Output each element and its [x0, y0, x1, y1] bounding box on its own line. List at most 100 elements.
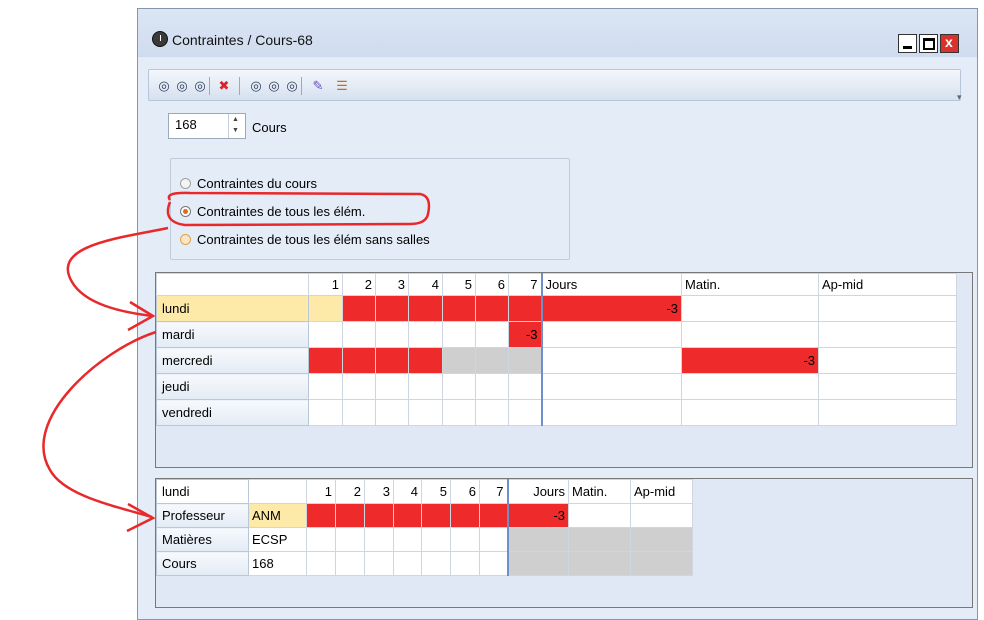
- slot-cell[interactable]: [421, 527, 451, 552]
- slot-cell[interactable]: [475, 321, 509, 348]
- slot-cell[interactable]: [408, 347, 443, 374]
- radio-icon[interactable]: [180, 234, 191, 245]
- jours-cell[interactable]: -3: [506, 503, 569, 528]
- table-row[interactable]: Cours 168: [156, 551, 693, 576]
- element-value[interactable]: ECSP: [248, 527, 307, 552]
- slot-cell[interactable]: [475, 347, 509, 374]
- element-type-label[interactable]: Professeur: [156, 503, 249, 528]
- slot-cell[interactable]: [479, 527, 508, 552]
- slot-cell[interactable]: [335, 503, 365, 528]
- maximize-button[interactable]: [919, 34, 938, 53]
- radio-icon[interactable]: [180, 178, 191, 189]
- slot-cell[interactable]: [306, 503, 336, 528]
- cours-spinner[interactable]: 168 ▲ ▼: [168, 113, 246, 139]
- minimize-button[interactable]: [898, 34, 917, 53]
- slot-cell[interactable]: [342, 321, 376, 348]
- jours-cell[interactable]: [540, 399, 682, 426]
- slot-cell[interactable]: [306, 551, 336, 576]
- slot-cell[interactable]: [375, 295, 409, 322]
- apmid-cell[interactable]: [818, 321, 957, 348]
- element-type-label[interactable]: Cours: [156, 551, 249, 576]
- slot-cell[interactable]: [306, 527, 336, 552]
- slot-cell[interactable]: [364, 527, 394, 552]
- slot-cell[interactable]: [308, 347, 343, 374]
- apmid-cell[interactable]: [630, 503, 693, 528]
- slot-cell[interactable]: [393, 551, 422, 576]
- slot-cell[interactable]: [375, 321, 409, 348]
- slot-cell[interactable]: [408, 399, 443, 426]
- table-row[interactable]: Professeur ANM -3: [156, 503, 693, 528]
- close-button[interactable]: x: [940, 34, 959, 53]
- tb-edit-icon[interactable]: ✎: [309, 78, 327, 94]
- slot-cell[interactable]: [408, 373, 443, 400]
- slot-cell[interactable]: [508, 399, 542, 426]
- slot-cell[interactable]: [375, 373, 409, 400]
- toolbar-overflow-icon[interactable]: ▾: [957, 92, 962, 103]
- slot-cell[interactable]: [342, 373, 376, 400]
- matin-cell[interactable]: [681, 321, 819, 348]
- slot-cell[interactable]: [508, 347, 542, 374]
- slot-cell[interactable]: [479, 503, 508, 528]
- slot-cell[interactable]: [475, 373, 509, 400]
- slot-cell[interactable]: [508, 295, 542, 322]
- spin-down-icon[interactable]: ▼: [232, 127, 239, 134]
- slot-cell[interactable]: [342, 347, 376, 374]
- slot-cell[interactable]: [335, 551, 365, 576]
- tb-btn-6-icon[interactable]: ◎: [265, 78, 283, 94]
- tb-list-icon[interactable]: ☰: [333, 78, 351, 94]
- slot-cell[interactable]: [450, 503, 480, 528]
- apmid-cell[interactable]: [818, 295, 957, 322]
- slot-cell[interactable]: [479, 551, 508, 576]
- day-row-header[interactable]: mercredi: [156, 347, 309, 374]
- slot-cell[interactable]: [308, 399, 343, 426]
- matin-cell[interactable]: -3: [681, 347, 819, 374]
- slot-cell[interactable]: [408, 295, 443, 322]
- spinner-value[interactable]: 168: [175, 117, 197, 132]
- slot-cell[interactable]: [442, 399, 476, 426]
- slot-cell[interactable]: [421, 503, 451, 528]
- day-row-header[interactable]: mardi: [156, 321, 309, 348]
- slot-cell[interactable]: [475, 399, 509, 426]
- jours-cell[interactable]: -3: [540, 295, 682, 322]
- slot-cell[interactable]: [442, 295, 476, 322]
- jours-cell[interactable]: [506, 527, 569, 552]
- slot-cell[interactable]: [442, 321, 476, 348]
- table-row[interactable]: lundi -3: [156, 295, 957, 322]
- slot-cell[interactable]: [308, 321, 343, 348]
- slot-cell[interactable]: [308, 373, 343, 400]
- title-bar[interactable]: Contraintes / Cours-68 x: [138, 9, 977, 57]
- matin-cell[interactable]: [568, 503, 631, 528]
- slot-cell[interactable]: [475, 295, 509, 322]
- table-row[interactable]: jeudi: [156, 373, 957, 400]
- element-type-label[interactable]: Matières: [156, 527, 249, 552]
- table-row[interactable]: Matières ECSP: [156, 527, 693, 552]
- slot-cell[interactable]: [364, 551, 394, 576]
- element-value[interactable]: ANM: [248, 503, 307, 528]
- table-row[interactable]: mercredi -3: [156, 347, 957, 374]
- jours-cell[interactable]: [540, 347, 682, 374]
- slot-cell[interactable]: [364, 503, 394, 528]
- slot-cell[interactable]: [450, 551, 480, 576]
- apmid-cell[interactable]: [818, 373, 957, 400]
- spin-up-icon[interactable]: ▲: [232, 116, 239, 123]
- tb-delete-icon[interactable]: ✖: [215, 78, 233, 94]
- jours-cell[interactable]: [506, 551, 569, 576]
- slot-cell[interactable]: [342, 399, 376, 426]
- slot-cell[interactable]: [335, 527, 365, 552]
- slot-cell[interactable]: [393, 527, 422, 552]
- day-row-header[interactable]: jeudi: [156, 373, 309, 400]
- apmid-cell[interactable]: [818, 347, 957, 374]
- slot-cell[interactable]: [342, 295, 376, 322]
- apmid-cell[interactable]: [818, 399, 957, 426]
- slot-cell[interactable]: [408, 321, 443, 348]
- matin-cell[interactable]: [681, 373, 819, 400]
- slot-cell[interactable]: [421, 551, 451, 576]
- day-row-header[interactable]: vendredi: [156, 399, 309, 426]
- table-row[interactable]: vendredi: [156, 399, 957, 426]
- spinner-arrows[interactable]: ▲ ▼: [228, 114, 245, 138]
- matin-cell[interactable]: [568, 551, 631, 576]
- slot-cell[interactable]: -3: [508, 321, 542, 348]
- day-row-header[interactable]: lundi: [156, 295, 309, 322]
- apmid-cell[interactable]: [630, 551, 693, 576]
- radio-selected-icon[interactable]: [180, 206, 191, 217]
